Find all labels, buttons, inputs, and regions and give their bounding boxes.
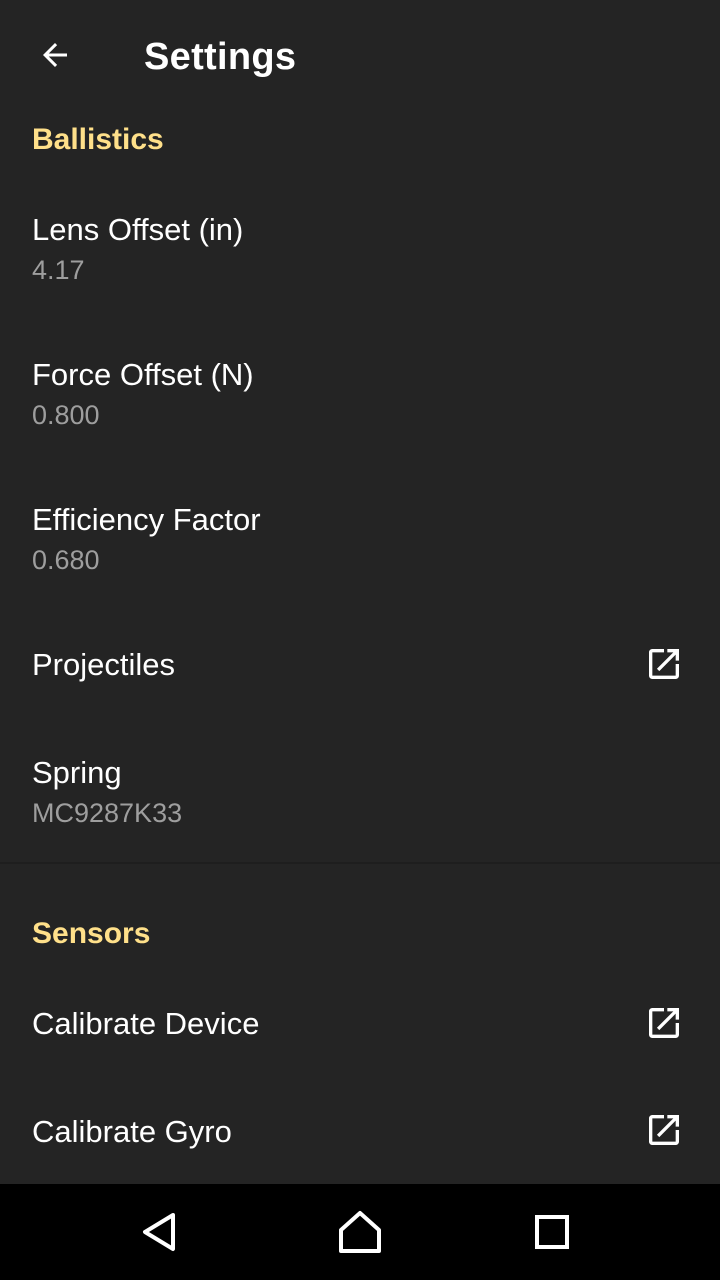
category-ballistics-header: Ballistics	[32, 123, 164, 156]
home-icon	[339, 1211, 381, 1253]
pref-spring[interactable]: Spring MC9287K33	[0, 723, 720, 862]
pref-force-offset-title: Force Offset (N)	[32, 357, 254, 392]
arrow-back-icon	[43, 43, 67, 67]
nav-back-button[interactable]	[130, 1202, 190, 1262]
pref-spring-title: Spring	[32, 755, 122, 790]
pref-projectiles-title: Projectiles	[32, 647, 175, 682]
pref-calibrate-device-title: Calibrate Device	[32, 1006, 260, 1041]
open-in-new-icon	[649, 1115, 679, 1145]
square-recents-icon	[535, 1215, 569, 1249]
pref-lens-offset[interactable]: Lens Offset (in) 4.17	[0, 180, 720, 325]
nav-home-button[interactable]	[330, 1202, 390, 1262]
pref-force-offset[interactable]: Force Offset (N) 0.800	[0, 325, 720, 470]
page-title: Settings	[144, 36, 297, 78]
pref-lens-offset-title: Lens Offset (in)	[32, 212, 244, 247]
pref-projectiles[interactable]: Projectiles	[0, 615, 720, 723]
nav-recents-button[interactable]	[522, 1202, 582, 1262]
pref-calibrate-gyro-title: Calibrate Gyro	[32, 1114, 232, 1149]
app-bar: Settings	[0, 0, 720, 112]
system-nav-bar	[0, 1184, 720, 1280]
pref-calibrate-gyro[interactable]: Calibrate Gyro	[0, 1083, 720, 1184]
pref-spring-summary: MC9287K33	[32, 798, 183, 828]
settings-screen: Settings Ballistics Lens Offset (in) 4.1…	[0, 0, 720, 1280]
triangle-back-icon	[143, 1213, 175, 1251]
open-in-new-icon	[649, 1008, 679, 1038]
category-sensors-header: Sensors	[32, 917, 151, 950]
pref-efficiency-factor-title: Efficiency Factor	[32, 502, 261, 537]
pref-efficiency-factor-summary: 0.680	[32, 545, 100, 575]
pref-lens-offset-summary: 4.17	[32, 255, 85, 285]
back-button[interactable]	[22, 22, 88, 88]
pref-calibrate-device[interactable]: Calibrate Device	[0, 975, 720, 1083]
open-in-new-icon	[649, 649, 679, 679]
category-divider	[0, 862, 720, 864]
pref-efficiency-factor[interactable]: Efficiency Factor 0.680	[0, 470, 720, 615]
pref-force-offset-summary: 0.800	[32, 400, 100, 430]
